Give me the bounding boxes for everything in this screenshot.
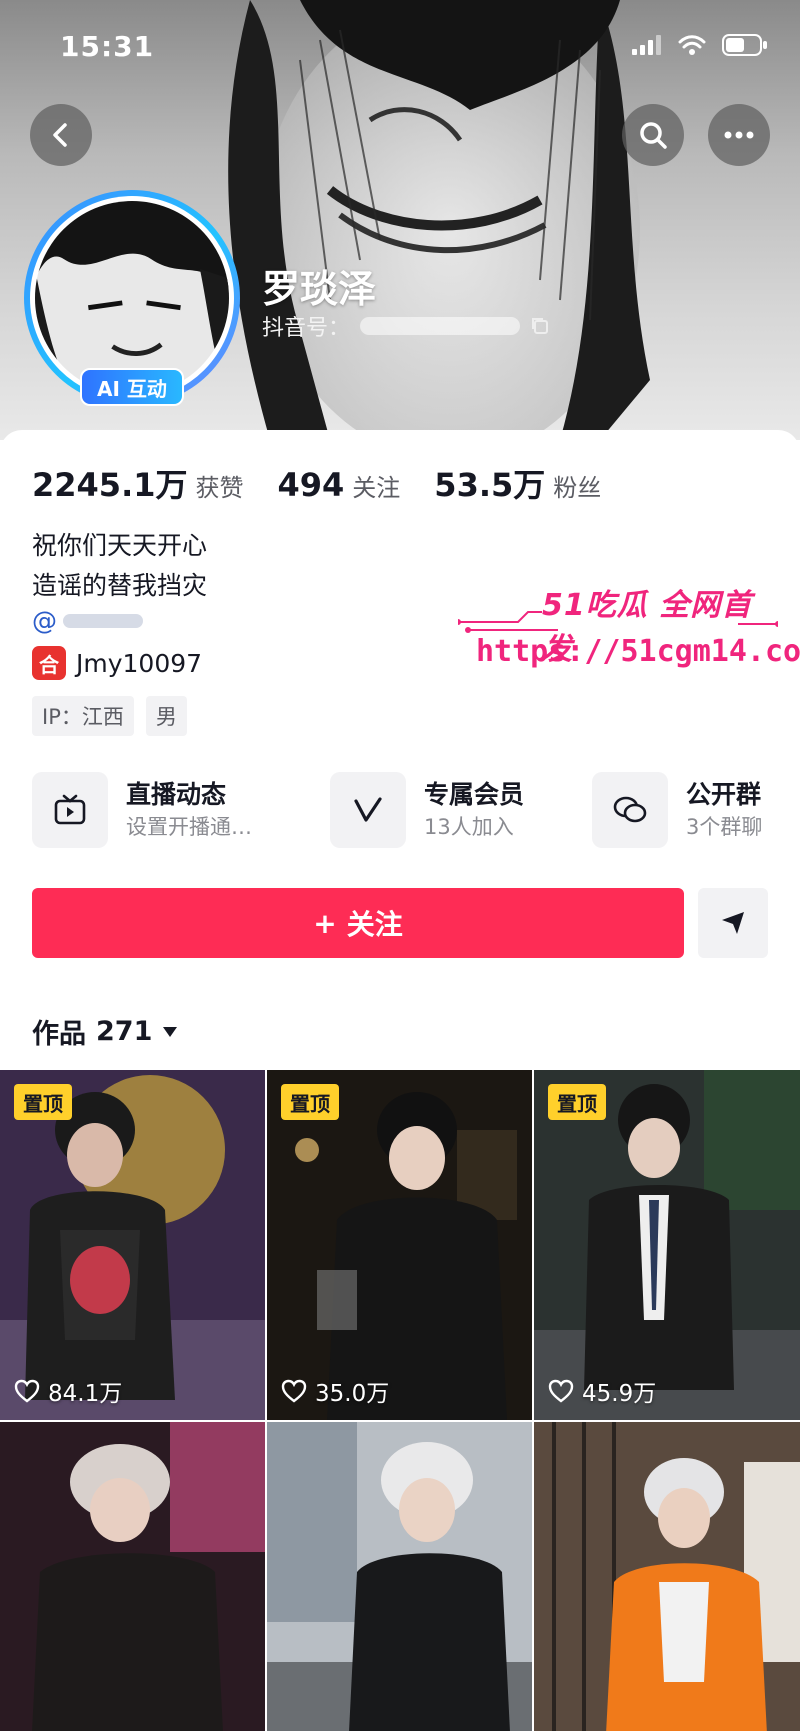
search-icon [640,122,667,149]
video-thumbnail [534,1070,800,1420]
like-count: 35.0万 [281,1374,389,1408]
video-tile[interactable]: 置顶 84.1万 [0,1070,265,1420]
stat-following[interactable]: 494 关注 [278,466,401,504]
douyin-id-value-blurred [360,317,521,335]
feature-group[interactable]: 公开群 3个群聊 [592,770,762,850]
stat-likes[interactable]: 2245.1万 获赞 [32,460,244,506]
signal-icon [632,35,661,55]
works-count: 271 [96,1016,153,1047]
watermark-url: https://51cgm14.com [476,634,800,669]
feature-live[interactable]: 直播动态 设置开播通… [32,770,252,850]
plus-icon: + [313,906,337,940]
profile-name: 罗琰泽 [262,267,377,311]
stats-row: 2245.1万 获赞 494 关注 53.5万 粉丝 [32,460,635,506]
share-button[interactable] [698,888,768,958]
avatar-image [35,201,229,395]
video-thumbnail [267,1070,532,1420]
tab-works[interactable]: 作品 271 [32,1012,178,1051]
chevron-left-icon [53,123,67,147]
video-tile[interactable] [267,1422,532,1731]
search-button[interactable] [622,104,684,166]
status-bar: 15:31 [0,28,800,68]
caret-down-icon [163,1026,178,1037]
works-label: 作品 [32,1019,86,1050]
video-tile[interactable] [0,1422,265,1731]
like-count: 45.9万 [548,1374,656,1408]
video-grid: 置顶 84.1万 置顶 35.0万 置顶 45.9万 [0,1070,800,1731]
douyin-id[interactable]: 抖音号： [262,310,550,342]
pinned-badge: 置顶 [14,1084,72,1120]
profile-header: 15:31 AI 互动 罗琰泽 抖音号： [0,0,800,440]
follow-label: 关注 [346,908,403,941]
video-tile[interactable] [534,1422,800,1731]
avatar[interactable]: AI 互动 [24,190,240,406]
profile-tags: IP：江西 男 [32,696,187,736]
ai-interaction-badge[interactable]: AI 互动 [80,368,184,406]
mention-link[interactable]: @ [32,606,143,635]
bio-line: 造谣的替我挡灾 [32,571,208,600]
v-icon [354,797,382,822]
tv-icon [54,794,86,825]
mention-blurred [63,613,143,628]
more-dots-icon [724,131,754,139]
video-thumbnail [534,1422,800,1731]
video-tile[interactable]: 置顶 35.0万 [267,1070,532,1420]
like-count: 84.1万 [14,1374,122,1408]
merchant-label: Jmy10097 [76,648,203,678]
chat-bubbles-icon [613,796,647,823]
pinned-badge: 置顶 [548,1084,606,1120]
status-time: 15:31 [60,30,155,63]
douyin-id-label: 抖音号： [262,316,351,341]
bio-line: 祝你们天天开心 [32,531,208,560]
bio: 祝你们天天开心 造谣的替我挡灾 [32,526,207,606]
merchant-icon: 合 [32,646,66,680]
send-icon [722,912,744,934]
video-thumbnail [0,1422,265,1731]
tag-gender: 男 [145,696,187,736]
feature-membership[interactable]: 专属会员 13人加入 [330,770,524,850]
stat-followers[interactable]: 53.5万 粉丝 [434,460,601,506]
heart-icon [548,1379,574,1403]
pinned-badge: 置顶 [281,1084,339,1120]
feature-row: 直播动态 设置开播通… 专属会员 13人加入 公开群 3个群聊 [32,770,792,850]
watermark: 51吃瓜 全网首发 https://51cgm14.com [458,580,800,690]
status-icons [632,34,768,56]
more-button[interactable] [708,104,770,166]
follow-button[interactable]: + 关注 [32,888,684,958]
tag-ip: IP：江西 [32,696,134,736]
copy-icon[interactable] [530,316,550,336]
merchant-link[interactable]: 合 Jmy10097 [32,646,202,680]
video-tile[interactable]: 置顶 45.9万 [534,1070,800,1420]
video-thumbnail [267,1422,532,1731]
profile-card: 2245.1万 获赞 494 关注 53.5万 粉丝 祝你们天天开心 造谣的替我… [0,430,800,1731]
wifi-icon [678,35,706,55]
back-button[interactable] [30,104,92,166]
battery-icon [722,34,767,56]
heart-icon [281,1379,307,1403]
heart-icon [14,1379,40,1403]
video-thumbnail [0,1070,265,1420]
